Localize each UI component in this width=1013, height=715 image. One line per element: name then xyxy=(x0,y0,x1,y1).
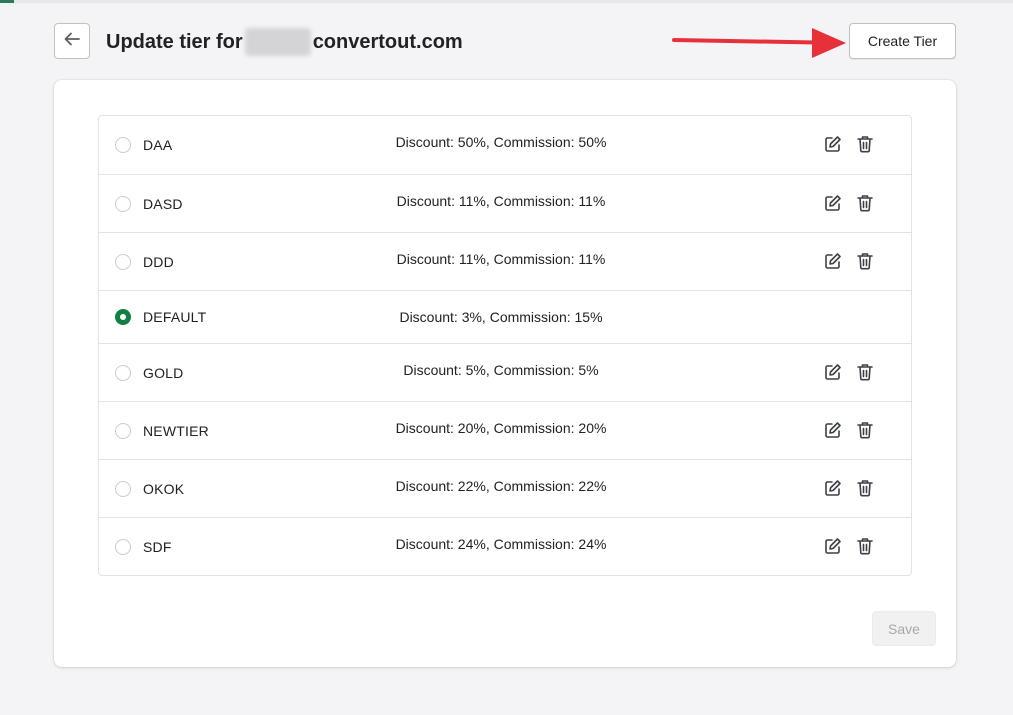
red-arrow-annotation xyxy=(672,24,848,65)
edit-icon[interactable] xyxy=(823,134,843,154)
tier-radio[interactable] xyxy=(115,480,131,497)
arrow-left-icon xyxy=(64,32,80,51)
tier-row[interactable]: DEFAULT Discount: 3%, Commission: 15% xyxy=(99,290,911,343)
top-accent-bar xyxy=(0,0,14,3)
tier-discount-commission: Discount: 24%, Commission: 24% xyxy=(395,536,607,552)
tier-list: DAA Discount: 50%, Commission: 50% DASD Dis… xyxy=(98,115,912,576)
tier-name: DDD xyxy=(143,253,174,270)
redacted-subdomain xyxy=(244,28,311,56)
tier-discount-commission: Discount: 11%, Commission: 11% xyxy=(396,251,606,267)
tier-discount-commission: Discount: 3%, Commission: 15% xyxy=(399,309,603,325)
tier-discount-commission: Discount: 20%, Commission: 20% xyxy=(395,420,607,436)
tier-row[interactable]: DASD Discount: 11%, Commission: 11% xyxy=(99,174,911,232)
tier-radio[interactable] xyxy=(115,137,131,153)
trash-icon[interactable] xyxy=(855,478,875,498)
trash-icon[interactable] xyxy=(855,193,875,213)
edit-icon[interactable] xyxy=(823,362,843,382)
back-button[interactable] xyxy=(54,23,90,59)
edit-icon[interactable] xyxy=(823,251,843,271)
edit-icon[interactable] xyxy=(823,536,843,556)
tier-radio[interactable] xyxy=(115,538,131,555)
trash-icon[interactable] xyxy=(855,362,875,382)
tier-row[interactable]: GOLD Discount: 5%, Commission: 5% xyxy=(99,343,911,401)
tier-radio[interactable] xyxy=(115,422,131,439)
edit-icon[interactable] xyxy=(823,478,843,498)
tier-discount-commission: Discount: 5%, Commission: 5% xyxy=(403,362,599,378)
edit-icon[interactable] xyxy=(823,193,843,213)
tier-name: GOLD xyxy=(143,364,184,381)
tier-discount-commission: Discount: 22%, Commission: 22% xyxy=(395,478,607,494)
tier-name: NEWTIER xyxy=(143,422,209,439)
tier-row[interactable]: DAA Discount: 50%, Commission: 50% xyxy=(99,116,911,174)
tier-name: OKOK xyxy=(143,480,185,497)
tier-row[interactable]: NEWTIER Discount: 20%, Commission: 20% xyxy=(99,401,911,459)
trash-icon[interactable] xyxy=(855,251,875,271)
top-divider xyxy=(0,0,1013,3)
tier-row[interactable]: SDF Discount: 24%, Commission: 24% xyxy=(99,517,911,575)
tier-name: SDF xyxy=(143,538,172,555)
tier-discount-commission: Discount: 50%, Commission: 50% xyxy=(395,134,607,150)
tier-name: DASD xyxy=(143,195,183,212)
tier-radio[interactable] xyxy=(115,364,131,381)
trash-icon[interactable] xyxy=(855,420,875,440)
edit-icon[interactable] xyxy=(823,420,843,440)
tier-name: DAA xyxy=(143,137,173,153)
page-title: Update tier for convertout.com xyxy=(106,28,463,56)
tier-radio[interactable] xyxy=(115,309,131,325)
tier-row[interactable]: DDD Discount: 11%, Commission: 11% xyxy=(99,232,911,290)
trash-icon[interactable] xyxy=(855,536,875,556)
tier-row[interactable]: OKOK Discount: 22%, Commission: 22% xyxy=(99,459,911,517)
save-button[interactable]: Save xyxy=(872,611,936,646)
tier-card: DAA Discount: 50%, Commission: 50% DASD Dis… xyxy=(54,80,956,667)
page-title-domain: convertout.com xyxy=(312,30,463,53)
create-tier-button[interactable]: Create Tier xyxy=(849,23,956,59)
page-title-prefix: Update tier for xyxy=(106,30,243,53)
tier-discount-commission: Discount: 11%, Commission: 11% xyxy=(396,193,606,209)
tier-radio[interactable] xyxy=(115,253,131,270)
tier-radio[interactable] xyxy=(115,195,131,212)
tier-name: DEFAULT xyxy=(143,309,207,325)
trash-icon[interactable] xyxy=(855,134,875,154)
